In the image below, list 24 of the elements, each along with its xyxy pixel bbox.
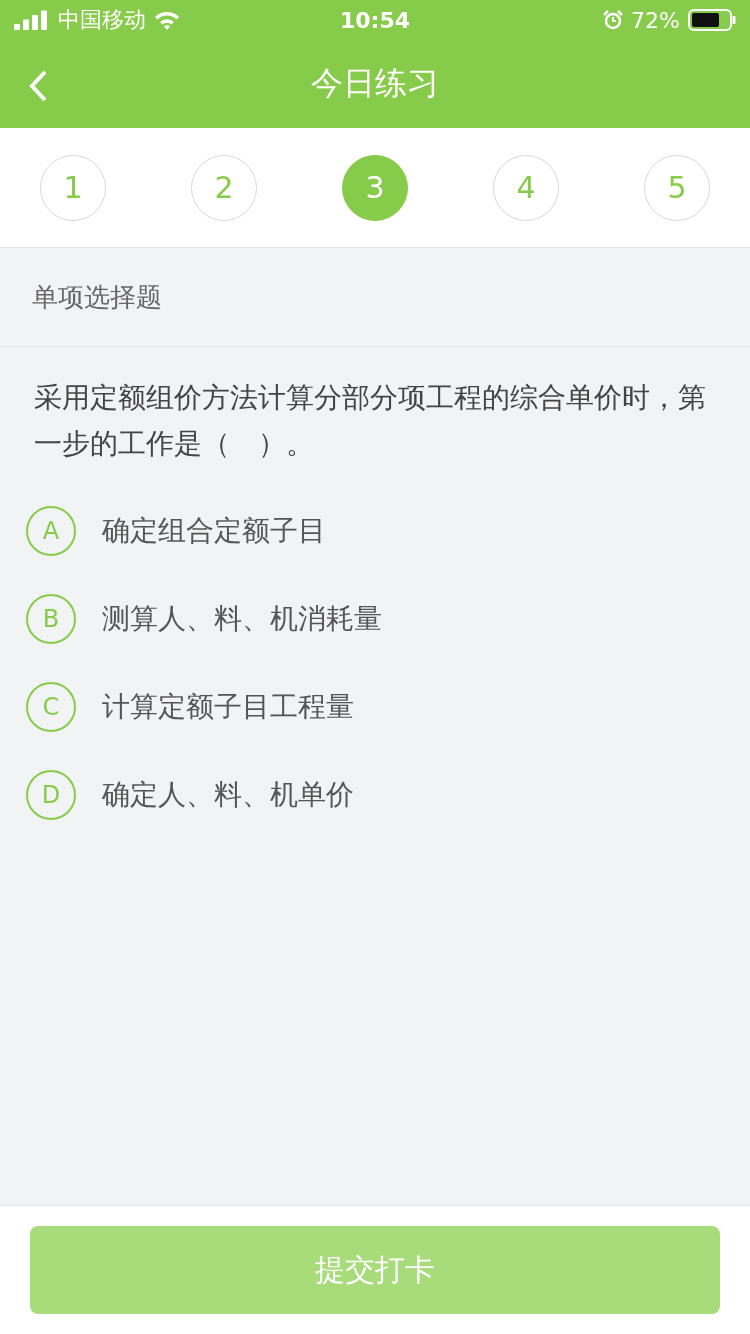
- option-text[interactable]: 确定组合定额子目: [102, 512, 326, 550]
- chevron-left-icon: [28, 70, 48, 102]
- question-number-tab[interactable]: 5: [644, 154, 710, 221]
- wifi-icon: [154, 10, 180, 30]
- option-text[interactable]: 确定人、料、机单价: [102, 776, 354, 814]
- carrier-name: 中国移动: [58, 6, 146, 34]
- option-letter[interactable]: C: [26, 682, 76, 732]
- battery-icon: [688, 9, 736, 31]
- option-letter[interactable]: D: [26, 770, 76, 820]
- battery-percent: 72%: [631, 7, 680, 33]
- question-number-tab[interactable]: 4: [493, 154, 559, 221]
- section-title: 单项选择题: [32, 280, 162, 314]
- option-text[interactable]: 测算人、料、机消耗量: [102, 600, 382, 638]
- question-number-tab[interactable]: 2: [191, 154, 257, 221]
- question-number-tab[interactable]: 1: [40, 154, 106, 221]
- clock-time: 10:54: [340, 7, 410, 33]
- option-letter[interactable]: B: [26, 594, 76, 644]
- option-letter[interactable]: A: [26, 506, 76, 556]
- alarm-icon: [603, 10, 624, 30]
- signal-icon: [14, 10, 50, 30]
- question-number-tab[interactable]: 3: [342, 154, 408, 221]
- page-title: 今日练习: [311, 63, 439, 104]
- question-text: 采用定额组价方法计算分部分项工程的综合单价时，第一步的工作是（ ）。: [34, 380, 707, 462]
- option-text[interactable]: 计算定额子目工程量: [102, 688, 354, 726]
